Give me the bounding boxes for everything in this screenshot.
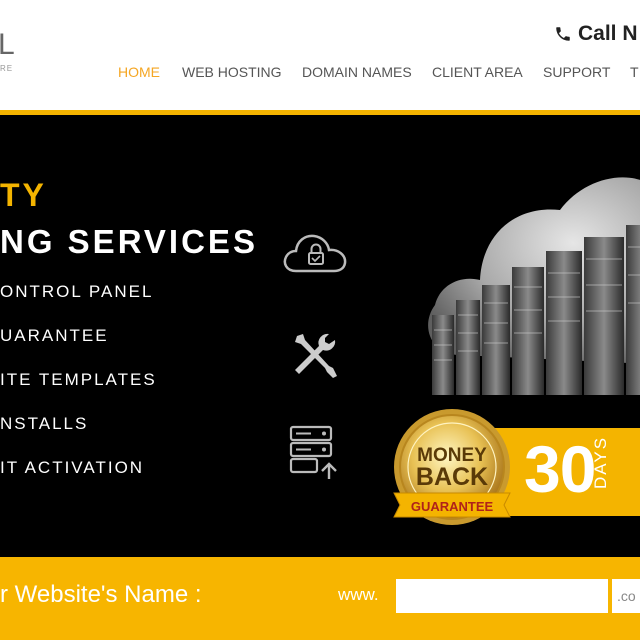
tools-icon bbox=[295, 333, 337, 378]
server-upload-icon bbox=[289, 425, 337, 479]
hero-headline-1: TY bbox=[0, 177, 47, 213]
nav-home[interactable]: HOME bbox=[118, 64, 160, 80]
tld-select[interactable]: .co bbox=[612, 579, 640, 613]
server-cloud-illustration bbox=[428, 177, 640, 395]
svg-text:DAYS: DAYS bbox=[594, 437, 610, 489]
feature-3: ITE TEMPLATES bbox=[0, 370, 157, 389]
main-nav: HOME WEB HOSTING DOMAIN NAMES CLIENT ARE… bbox=[0, 64, 640, 84]
nav-web-hosting[interactable]: WEB HOSTING bbox=[182, 64, 282, 80]
feature-5: IT ACTIVATION bbox=[0, 458, 145, 477]
hero-headline-2: NG SERVICES bbox=[0, 223, 258, 260]
domain-search-bar: r Website's Name : www. .co bbox=[0, 557, 640, 640]
nav-t[interactable]: T bbox=[630, 64, 639, 80]
days-label: DAYS bbox=[594, 437, 610, 489]
www-prefix: www. bbox=[338, 585, 379, 604]
logo-text[interactable]: L bbox=[0, 28, 16, 62]
nav-client-area[interactable]: CLIENT AREA bbox=[432, 64, 523, 80]
feature-1: ONTROL PANEL bbox=[0, 282, 154, 301]
money-back-seal: MONEY BACK GUARANTEE bbox=[393, 409, 511, 525]
domain-label: r Website's Name : bbox=[0, 581, 202, 608]
cloud-lock-icon bbox=[283, 234, 347, 273]
feature-4: NSTALLS bbox=[0, 414, 89, 433]
svg-text:BACK: BACK bbox=[416, 463, 488, 491]
hero-banner: TY NG SERVICES ONTROL PANEL UARANTEE ITE… bbox=[0, 115, 640, 557]
nav-support[interactable]: SUPPORT bbox=[543, 64, 610, 80]
site-header: L RE Call N HOME WEB HOSTING DOMAIN NAME… bbox=[0, 0, 640, 110]
call-text: Call N bbox=[578, 22, 638, 45]
days-number: 30 bbox=[524, 432, 596, 506]
svg-text:GUARANTEE: GUARANTEE bbox=[411, 499, 494, 514]
domain-input[interactable] bbox=[396, 579, 608, 613]
feature-2: UARANTEE bbox=[0, 326, 109, 345]
phone-icon bbox=[556, 27, 570, 41]
nav-domain-names[interactable]: DOMAIN NAMES bbox=[302, 64, 412, 80]
call-now[interactable]: Call N bbox=[554, 22, 638, 46]
